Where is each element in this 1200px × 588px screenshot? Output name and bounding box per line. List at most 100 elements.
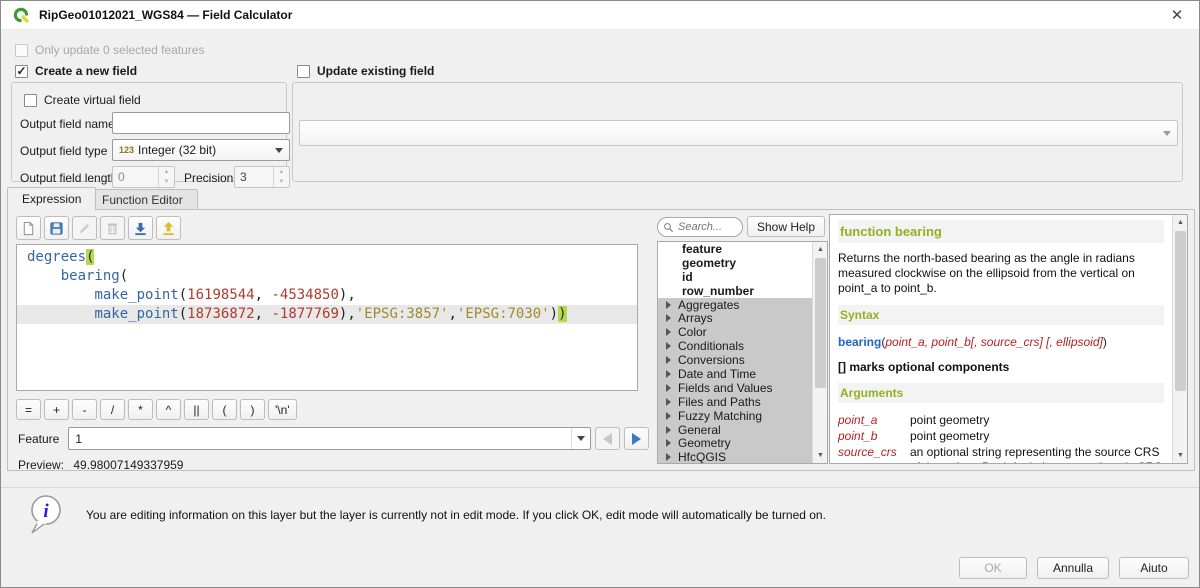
function-group[interactable]: Conditionals — [658, 339, 812, 353]
expand-arrow-icon — [666, 412, 671, 420]
expand-arrow-icon — [666, 370, 671, 378]
create-new-field-label: Create a new field — [35, 64, 137, 78]
only-update-checkbox-row[interactable]: Only update 0 selected features — [15, 43, 204, 57]
expression-tab-panel: degrees( bearing( make_point(16198544, -… — [7, 209, 1195, 471]
output-field-name-input[interactable] — [112, 112, 290, 134]
output-field-type-combo[interactable]: 123 Integer (32 bit) — [112, 139, 290, 161]
output-field-length-spinner[interactable]: 0 ▲▼ — [112, 166, 175, 188]
window-title: RipGeo01012021_WGS84 — Field Calculator — [39, 8, 292, 22]
search-input[interactable] — [678, 221, 733, 233]
existing-field-combo[interactable] — [299, 120, 1178, 146]
function-item[interactable]: id — [658, 270, 812, 284]
update-existing-field-checkbox-row[interactable]: Update existing field — [297, 64, 434, 78]
function-group[interactable]: Aggregates — [658, 298, 812, 312]
save-expression-button[interactable] — [44, 216, 69, 240]
delete-expression-button[interactable] — [100, 216, 125, 240]
function-group[interactable]: Arrays — [658, 311, 812, 325]
next-feature-button[interactable] — [624, 427, 649, 450]
create-new-field-checkbox-row[interactable]: Create a new field — [15, 64, 137, 78]
create-virtual-field-checkbox[interactable] — [24, 94, 37, 107]
function-group[interactable]: Fields and Values — [658, 381, 812, 395]
argument-description: an optional string representing the sour… — [910, 445, 1164, 464]
cancel-button[interactable]: Annulla — [1037, 557, 1109, 579]
help-button[interactable]: Aiuto — [1119, 557, 1189, 579]
expression-code[interactable]: degrees( bearing( make_point(16198544, -… — [16, 244, 638, 391]
spinner-arrows-icon[interactable]: ▲▼ — [273, 167, 289, 187]
expand-arrow-icon — [666, 301, 671, 309]
operator-button[interactable]: + — [44, 399, 69, 420]
argument-row: point_bpoint geometry — [838, 429, 1164, 444]
arrow-left-icon — [603, 433, 612, 445]
import-down-arrow-icon — [133, 221, 148, 236]
operator-button[interactable]: '\n' — [268, 399, 297, 420]
spinner-arrows-icon[interactable]: ▲▼ — [158, 167, 174, 187]
footer-separator — [1, 487, 1199, 488]
function-group[interactable]: Color — [658, 325, 812, 339]
output-field-length-value: 0 — [113, 167, 158, 187]
update-existing-field-checkbox[interactable] — [297, 65, 310, 78]
precision-label: Precision — [184, 171, 233, 185]
ok-button[interactable]: OK — [959, 557, 1027, 579]
scroll-up-icon[interactable]: ▲ — [813, 242, 828, 257]
scroll-down-icon[interactable]: ▼ — [813, 448, 828, 463]
previous-feature-button[interactable] — [595, 427, 620, 450]
scroll-down-icon[interactable]: ▼ — [1173, 448, 1188, 463]
expression-toolbar — [16, 216, 181, 240]
preview-label: Preview: — [18, 458, 64, 472]
tab-expression[interactable]: Expression — [7, 187, 96, 210]
function-item[interactable]: row_number — [658, 284, 812, 298]
export-expression-button[interactable] — [156, 216, 181, 240]
function-item[interactable]: feature — [658, 242, 812, 256]
function-group[interactable]: Conversions — [658, 353, 812, 367]
tab-function-editor[interactable]: Function Editor — [87, 189, 198, 209]
operator-button[interactable]: - — [72, 399, 97, 420]
function-group-label: Arrays — [678, 311, 713, 325]
help-scrollbar[interactable]: ▲ ▼ — [1172, 215, 1187, 463]
arguments-table: point_apoint geometrypoint_bpoint geomet… — [838, 413, 1164, 464]
code-line: make_point(18736872, -1877769),'EPSG:385… — [17, 305, 637, 324]
expand-arrow-icon — [666, 384, 671, 392]
function-group[interactable]: Fuzzy Matching — [658, 409, 812, 423]
operator-button[interactable]: * — [128, 399, 153, 420]
operator-button[interactable]: || — [184, 399, 209, 420]
operator-button[interactable]: ( — [212, 399, 237, 420]
pencil-icon — [77, 221, 92, 236]
syntax-line: bearing(point_a, point_b[, source_crs] [… — [838, 335, 1164, 349]
scrollbar-thumb[interactable] — [1175, 231, 1186, 391]
close-button[interactable]: ✕ — [1155, 1, 1199, 29]
new-expression-button[interactable] — [16, 216, 41, 240]
function-item[interactable]: geometry — [658, 256, 812, 270]
scroll-up-icon[interactable]: ▲ — [1173, 215, 1188, 230]
create-new-field-checkbox[interactable] — [15, 65, 28, 78]
function-list: featuregeometryidrow_numberAggregatesArr… — [658, 242, 812, 464]
syntax-heading: Syntax — [838, 305, 1164, 325]
function-search[interactable] — [657, 217, 743, 237]
new-file-icon — [21, 221, 36, 236]
precision-spinner[interactable]: 3 ▲▼ — [234, 166, 290, 188]
function-group[interactable]: HfcQGIS — [658, 450, 812, 464]
function-group[interactable]: Geometry — [658, 436, 812, 450]
expand-arrow-icon — [666, 342, 671, 350]
argument-name: point_a — [838, 413, 910, 428]
preview-value: 49.98007149337959 — [73, 458, 183, 472]
show-help-button[interactable]: Show Help — [747, 216, 825, 237]
function-group-label: General — [678, 423, 721, 437]
function-group[interactable]: Date and Time — [658, 367, 812, 381]
import-expression-button[interactable] — [128, 216, 153, 240]
feature-combo[interactable]: 1 — [68, 427, 591, 450]
function-group[interactable]: General — [658, 423, 812, 437]
preview-row: Preview: 49.98007149337959 — [18, 458, 183, 472]
operator-button[interactable]: = — [16, 399, 41, 420]
operator-button[interactable]: ) — [240, 399, 265, 420]
export-up-arrow-icon — [161, 221, 176, 236]
create-virtual-field-row[interactable]: Create virtual field — [24, 93, 141, 107]
operator-button[interactable]: ^ — [156, 399, 181, 420]
scrollbar-thumb[interactable] — [815, 258, 826, 388]
edit-mode-message: You are editing information on this laye… — [86, 508, 826, 522]
edit-expression-button[interactable] — [72, 216, 97, 240]
operator-button[interactable]: / — [100, 399, 125, 420]
function-group[interactable]: Files and Paths — [658, 395, 812, 409]
only-update-checkbox[interactable] — [15, 44, 28, 57]
argument-name: point_b — [838, 429, 910, 444]
function-list-scrollbar[interactable]: ▲ ▼ — [812, 242, 827, 463]
